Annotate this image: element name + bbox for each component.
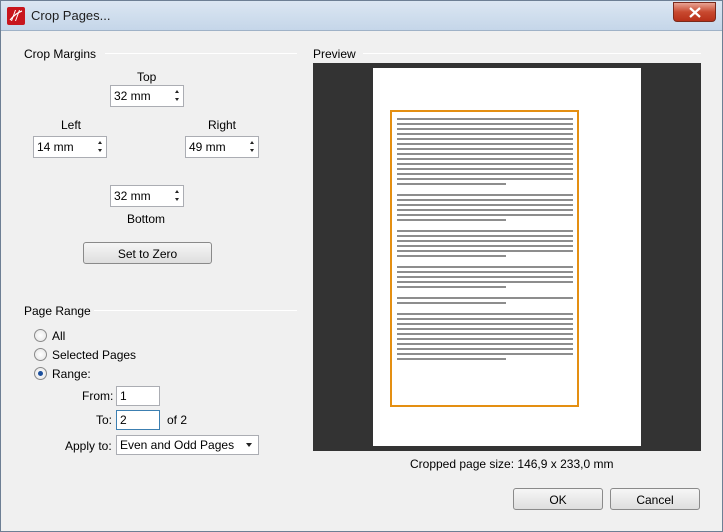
crop-rectangle[interactable] (390, 110, 579, 407)
spin-down-icon[interactable] (98, 149, 102, 152)
bottom-margin-input[interactable] (111, 186, 169, 206)
set-to-zero-button[interactable]: Set to Zero (83, 242, 212, 264)
preview-heading: Preview (313, 47, 356, 61)
apply-to-label: Apply to: (65, 439, 112, 453)
spin-up-icon[interactable] (175, 190, 179, 193)
top-margin-spinbox[interactable] (110, 85, 184, 107)
spin-up-icon[interactable] (250, 141, 254, 144)
all-radio-label[interactable]: All (52, 329, 65, 343)
ok-button[interactable]: OK (513, 488, 603, 510)
bottom-label: Bottom (127, 212, 166, 226)
to-label: To: (96, 413, 113, 427)
top-label: Top (137, 70, 157, 84)
from-page-input[interactable]: 1 (116, 386, 160, 406)
title-bar[interactable]: Crop Pages... (1, 1, 722, 31)
top-margin-input[interactable] (111, 86, 169, 106)
preview-divider (363, 53, 701, 54)
page-range-divider (94, 310, 297, 311)
spin-down-icon[interactable] (175, 198, 179, 201)
crop-margins-divider (105, 53, 297, 54)
crop-margins-heading: Crop Margins (24, 47, 97, 61)
right-label: Right (208, 118, 237, 132)
right-margin-stepper[interactable] (245, 137, 258, 157)
right-margin-input[interactable] (186, 137, 244, 157)
left-margin-stepper[interactable] (93, 137, 106, 157)
selected-pages-radio-label[interactable]: Selected Pages (52, 348, 136, 362)
preview-page (373, 68, 641, 446)
page-count-label: of 2 (167, 413, 188, 427)
range-radio-label[interactable]: Range: (52, 367, 91, 381)
selected-pages-radio[interactable] (34, 348, 47, 361)
left-margin-input[interactable] (34, 137, 92, 157)
crop-pages-dialog: Crop Pages... Crop Margins Top Left Righ… (0, 0, 723, 532)
spin-down-icon[interactable] (250, 149, 254, 152)
range-radio[interactable] (34, 367, 47, 380)
bottom-margin-spinbox[interactable] (110, 185, 184, 207)
spin-up-icon[interactable] (175, 90, 179, 93)
app-icon (7, 7, 25, 25)
left-margin-spinbox[interactable] (33, 136, 107, 158)
spin-up-icon[interactable] (98, 141, 102, 144)
bottom-margin-stepper[interactable] (170, 186, 183, 206)
page-body-text (397, 118, 573, 363)
chevron-down-icon (246, 443, 252, 447)
spin-down-icon[interactable] (175, 98, 179, 101)
apply-to-value: Even and Odd Pages (120, 438, 235, 452)
to-page-input[interactable]: 2 (116, 410, 160, 430)
window-title: Crop Pages... (31, 8, 111, 23)
apply-to-dropdown[interactable]: Even and Odd Pages (116, 435, 259, 455)
all-radio[interactable] (34, 329, 47, 342)
close-button[interactable] (673, 2, 716, 22)
close-icon (688, 7, 701, 18)
left-label: Left (61, 118, 82, 132)
cancel-button[interactable]: Cancel (610, 488, 700, 510)
cropped-page-size: Cropped page size: 146,9 x 233,0 mm (410, 457, 614, 471)
page-range-heading: Page Range (24, 304, 91, 318)
top-margin-stepper[interactable] (170, 86, 183, 106)
from-label: From: (82, 389, 114, 403)
right-margin-spinbox[interactable] (185, 136, 259, 158)
page-preview (313, 63, 701, 451)
